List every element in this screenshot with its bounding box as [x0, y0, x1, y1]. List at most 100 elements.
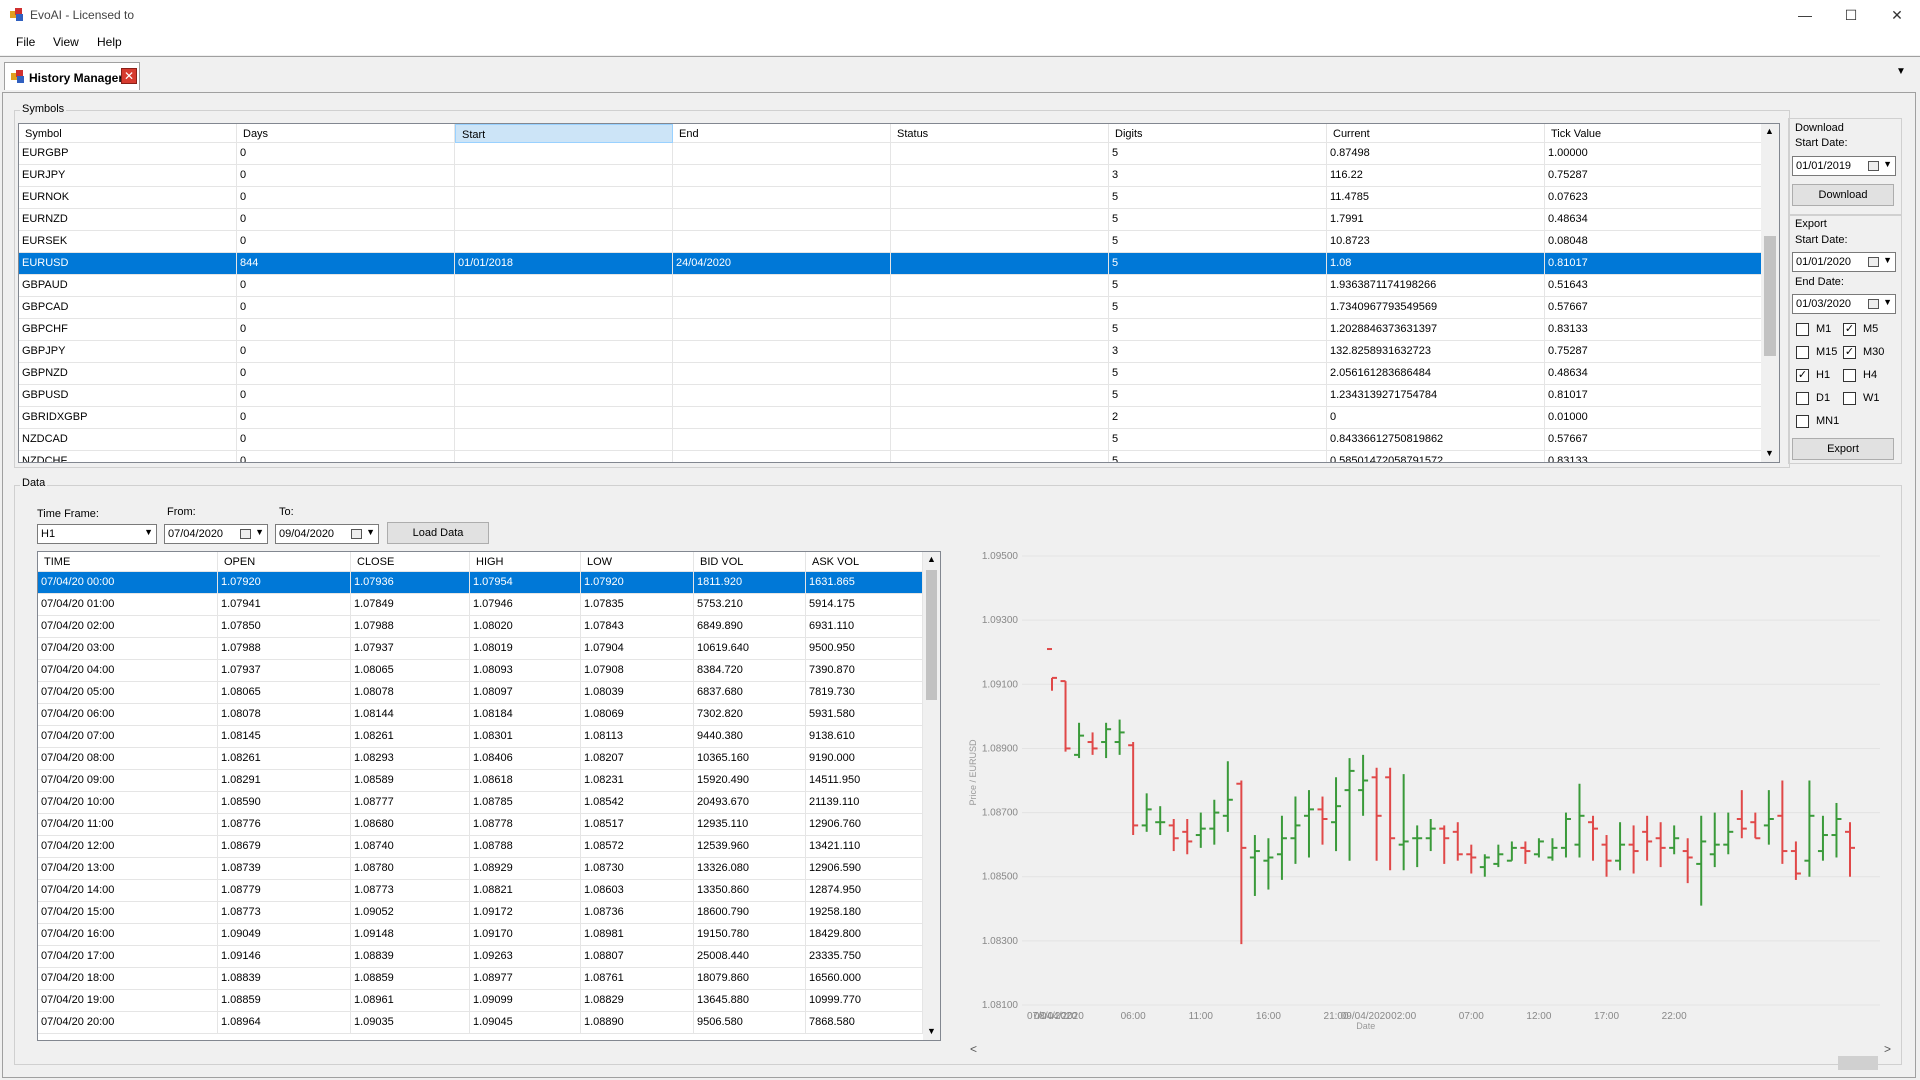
data-cell[interactable]: 07/04/20 06:00 — [38, 704, 218, 726]
symbols-cell[interactable]: 0.57667 — [1545, 429, 1763, 451]
symbols-cell[interactable]: GBPUSD — [19, 385, 237, 407]
data-cell[interactable]: 13326.080 — [694, 858, 806, 880]
data-row[interactable]: 07/04/20 13:00 1.08739 1.08780 1.08929 1.087… — [38, 858, 923, 880]
symbols-cell[interactable] — [891, 429, 1109, 451]
data-row[interactable]: 07/04/20 16:00 1.09049 1.09148 1.09170 1.089… — [38, 924, 923, 946]
timeframe-checkbox-m30[interactable]: ✓ — [1843, 346, 1856, 359]
download-start-date[interactable]: 01/01/2019 ▼ — [1792, 156, 1896, 176]
data-cell[interactable]: 19258.180 — [806, 902, 923, 924]
symbols-cell[interactable]: 5 — [1109, 209, 1327, 231]
symbols-cell[interactable] — [455, 363, 673, 385]
symbols-cell[interactable] — [455, 319, 673, 341]
data-cell[interactable]: 07/04/20 12:00 — [38, 836, 218, 858]
symbols-cell[interactable] — [891, 253, 1109, 275]
data-cell[interactable]: 1.09148 — [351, 924, 470, 946]
data-cell[interactable]: 12935.110 — [694, 814, 806, 836]
symbols-cell[interactable]: 5 — [1109, 319, 1327, 341]
symbols-col-header[interactable]: Days — [237, 124, 455, 143]
data-cell[interactable]: 1.09146 — [218, 946, 351, 968]
symbols-cell[interactable]: 5 — [1109, 429, 1327, 451]
symbols-cell[interactable] — [673, 187, 891, 209]
data-scrollbar[interactable]: ▲ ▼ — [923, 552, 940, 1040]
symbols-cell[interactable] — [673, 451, 891, 462]
symbols-cell[interactable] — [891, 451, 1109, 462]
symbols-cell[interactable]: 5 — [1109, 363, 1327, 385]
symbols-cell[interactable] — [455, 429, 673, 451]
chevron-down-icon[interactable]: ▼ — [144, 527, 153, 537]
symbols-cell[interactable]: 5 — [1109, 275, 1327, 297]
data-cell[interactable]: 1.08093 — [470, 660, 581, 682]
symbols-row[interactable]: NZDCHF 0 5 0.58501472058791572 0.83133 — [19, 451, 1763, 462]
data-cell[interactable]: 1.08839 — [218, 968, 351, 990]
data-cell[interactable]: 19150.780 — [694, 924, 806, 946]
data-cell[interactable]: 1.07904 — [581, 638, 694, 660]
timeframe-checkbox-m15[interactable] — [1796, 346, 1809, 359]
data-cell[interactable]: 1.08019 — [470, 638, 581, 660]
data-cell[interactable]: 07/04/20 05:00 — [38, 682, 218, 704]
data-cell[interactable]: 1631.865 — [806, 572, 923, 594]
symbols-cell[interactable]: 116.22 — [1327, 165, 1545, 187]
symbols-cell[interactable]: 0 — [237, 275, 455, 297]
data-cell[interactable]: 1.08207 — [581, 748, 694, 770]
symbols-col-header[interactable]: Symbol — [19, 124, 237, 143]
data-cell[interactable]: 12874.950 — [806, 880, 923, 902]
symbols-cell[interactable] — [891, 385, 1109, 407]
chart-scroll-thumb[interactable] — [1838, 1056, 1878, 1070]
calendar-icon[interactable] — [1868, 161, 1879, 171]
data-cell[interactable]: 1.08929 — [470, 858, 581, 880]
symbols-cell[interactable]: 0.83133 — [1545, 319, 1763, 341]
symbols-cell[interactable]: 1.00000 — [1545, 143, 1763, 165]
data-row[interactable]: 07/04/20 09:00 1.08291 1.08589 1.08618 1.082… — [38, 770, 923, 792]
symbols-row[interactable]: EURNOK 0 5 11.4785 0.07623 — [19, 187, 1763, 209]
symbols-cell[interactable]: EURGBP — [19, 143, 237, 165]
symbols-cell[interactable]: 24/04/2020 — [673, 253, 891, 275]
symbols-grid[interactable]: Symbol Days Start End Status Digits Current Tic… — [18, 123, 1780, 463]
data-cell[interactable]: 1.08778 — [470, 814, 581, 836]
tab-close-icon[interactable]: ✕ — [121, 68, 137, 84]
symbols-row[interactable]: GBPUSD 0 5 1.2343139271754784 0.81017 — [19, 385, 1763, 407]
data-cell[interactable]: 1.08736 — [581, 902, 694, 924]
symbols-cell[interactable] — [673, 363, 891, 385]
symbols-cell[interactable] — [673, 341, 891, 363]
calendar-icon[interactable] — [1868, 299, 1879, 309]
symbols-cell[interactable]: 1.08 — [1327, 253, 1545, 275]
minimize-button[interactable]: — — [1782, 0, 1828, 30]
symbols-cell[interactable]: 0.48634 — [1545, 209, 1763, 231]
symbols-cell[interactable]: 5 — [1109, 297, 1327, 319]
data-cell[interactable]: 1.07937 — [351, 638, 470, 660]
price-chart[interactable]: 1.08100 1.08300 1.08500 1.08700 1.08900 1.091… — [960, 520, 1900, 1040]
symbols-cell[interactable]: 0 — [237, 143, 455, 165]
timeframe-checkbox-m5[interactable]: ✓ — [1843, 323, 1856, 336]
symbols-cell[interactable]: 1.2343139271754784 — [1327, 385, 1545, 407]
symbols-cell[interactable] — [891, 407, 1109, 429]
data-row[interactable]: 07/04/20 12:00 1.08679 1.08740 1.08788 1.085… — [38, 836, 923, 858]
menu-help[interactable]: Help — [97, 35, 122, 49]
symbols-cell[interactable]: EURJPY — [19, 165, 237, 187]
data-cell[interactable]: 1.07843 — [581, 616, 694, 638]
data-row[interactable]: 07/04/20 02:00 1.07850 1.07988 1.08020 1.078… — [38, 616, 923, 638]
symbols-cell[interactable] — [673, 231, 891, 253]
symbols-cell[interactable] — [455, 341, 673, 363]
data-cell[interactable]: 7302.820 — [694, 704, 806, 726]
data-cell[interactable]: 1.08761 — [581, 968, 694, 990]
maximize-button[interactable]: ☐ — [1828, 0, 1874, 30]
data-cell[interactable]: 07/04/20 16:00 — [38, 924, 218, 946]
data-cell[interactable]: 07/04/20 09:00 — [38, 770, 218, 792]
symbols-cell[interactable]: GBRIDXGBP — [19, 407, 237, 429]
data-cell[interactable]: 1811.920 — [694, 572, 806, 594]
symbols-cell[interactable]: 0.87498 — [1327, 143, 1545, 165]
data-cell[interactable]: 1.08680 — [351, 814, 470, 836]
symbols-cell[interactable]: 5 — [1109, 143, 1327, 165]
symbols-cell[interactable]: NZDCAD — [19, 429, 237, 451]
data-cell[interactable]: 1.08020 — [470, 616, 581, 638]
data-cell[interactable]: 07/04/20 20:00 — [38, 1012, 218, 1034]
symbols-cell[interactable]: 0.07623 — [1545, 187, 1763, 209]
symbols-cell[interactable] — [891, 187, 1109, 209]
data-cell[interactable]: 14511.950 — [806, 770, 923, 792]
data-cell[interactable]: 07/04/20 18:00 — [38, 968, 218, 990]
scroll-up-icon[interactable]: ▲ — [927, 554, 936, 564]
data-cell[interactable]: 1.08859 — [218, 990, 351, 1012]
data-cell[interactable]: 1.08145 — [218, 726, 351, 748]
chevron-down-icon[interactable]: ▼ — [366, 527, 375, 537]
symbols-cell[interactable]: GBPCHF — [19, 319, 237, 341]
